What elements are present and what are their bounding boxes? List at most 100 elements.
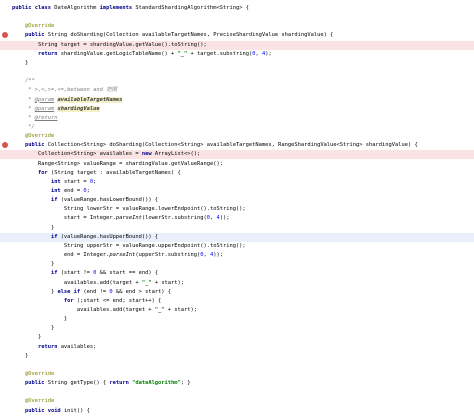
code-line[interactable]: start = Integer.parseInt(lowerStr.substr… — [0, 214, 474, 223]
code-token: + target.substring( — [187, 50, 253, 57]
code-text: public String getType() { return "dateAl… — [12, 379, 191, 388]
code-token: ; — [86, 188, 90, 194]
code-line[interactable]: if (valueRange.hasLowerBound()) { — [0, 196, 474, 205]
code-text: * @return — [12, 114, 57, 123]
breakpoint-icon[interactable] — [2, 142, 8, 149]
code-line[interactable]: } — [0, 260, 474, 269]
code-line[interactable]: * @param shardingValue — [0, 105, 474, 114]
code-line[interactable] — [0, 388, 474, 397]
code-text: * >,<,>=,<=,between and 范围 — [12, 86, 117, 95]
code-token: availables.add(target + — [12, 306, 155, 313]
code-token: + start); — [164, 306, 198, 313]
code-text: @Override — [12, 22, 54, 31]
code-token: * — [12, 105, 35, 112]
code-token: } — [12, 334, 42, 341]
code-token: int — [12, 188, 64, 194]
code-text: @Override — [12, 132, 54, 141]
code-line[interactable]: end = Integer.parseInt(upperStr.substrin… — [0, 251, 474, 260]
code-line[interactable]: return availables; — [0, 343, 474, 352]
code-token: String upperStr = valueRange.upperEndpoi… — [12, 242, 246, 249]
code-line[interactable]: } — [0, 224, 474, 233]
code-text: String target = shardingValue.getValue()… — [12, 41, 207, 50]
code-line[interactable]: @Override — [0, 397, 474, 406]
code-line[interactable]: return shardingValue.getLogicTableName()… — [0, 50, 474, 59]
code-line[interactable]: * @return — [0, 114, 474, 123]
code-line[interactable]: * >,<,>=,<=,between and 范围 — [0, 86, 474, 95]
code-token: public — [12, 380, 48, 387]
code-line[interactable]: @Override — [0, 132, 474, 141]
code-line[interactable] — [0, 13, 474, 22]
code-line[interactable]: public class DateAlgorithm implements St… — [0, 4, 474, 13]
code-line[interactable]: } — [0, 333, 474, 342]
code-line[interactable]: public String doSharding(Collection avai… — [0, 31, 474, 40]
code-token: (valueRange.hasLowerBound()) { — [60, 197, 159, 204]
code-text: */ — [12, 123, 35, 132]
code-token: } — [12, 59, 29, 66]
code-line[interactable]: @Override — [0, 22, 474, 31]
code-token: public — [12, 142, 48, 149]
code-token: start = Integer. — [12, 215, 116, 222]
code-token: } — [12, 316, 68, 323]
code-token: } — [12, 224, 55, 231]
code-token: if — [12, 197, 61, 204]
code-text: if (valueRange.hasUpperBound()) { — [12, 233, 158, 242]
code-token: (end != — [83, 288, 110, 295]
code-text: String upperStr = valueRange.upperEndpoi… — [12, 242, 246, 251]
code-token: String target = shardingValue.getValue()… — [12, 41, 207, 48]
code-text: public class DateAlgorithm implements St… — [12, 4, 249, 13]
code-token: public — [12, 32, 48, 39]
code-line[interactable]: if (start != 0 && start == end) { — [0, 269, 474, 278]
code-line[interactable]: availables.add(target + "_" + start); — [0, 279, 474, 288]
code-text: @Override — [12, 397, 54, 406]
code-token: return — [109, 380, 133, 387]
code-token: && start == end) { — [96, 270, 159, 277]
code-line[interactable]: public void init() { — [0, 407, 474, 416]
code-text: @Override — [12, 370, 54, 379]
code-line[interactable]: if (valueRange.hasUpperBound()) { — [0, 232, 474, 242]
breakpoint-icon[interactable] — [2, 32, 8, 39]
code-token: String lowerStr = valueRange.lowerEndpoi… — [12, 206, 246, 213]
code-token: String doSharding(Collection availableTa… — [47, 32, 334, 39]
code-line[interactable]: Range<String> valueRange = shardingValue… — [0, 160, 474, 169]
code-line[interactable]: */ — [0, 123, 474, 132]
code-line[interactable]: } — [0, 59, 474, 68]
code-line[interactable]: for (String target : availableTargetName… — [0, 169, 474, 178]
code-editor[interactable]: public class DateAlgorithm implements St… — [0, 0, 474, 414]
code-token: (lowerStr.substring( — [141, 215, 207, 222]
code-line[interactable] — [0, 68, 474, 77]
code-line[interactable]: String target = shardingValue.getValue()… — [0, 40, 474, 50]
code-text: } — [12, 352, 28, 361]
code-line[interactable]: @Override — [0, 370, 474, 379]
code-line[interactable]: Collection<String> availables = new Arra… — [0, 150, 474, 160]
code-line[interactable]: } — [0, 324, 474, 333]
code-token: } — [12, 261, 55, 268]
code-line[interactable]: public Collection<String> doSharding(Col… — [0, 141, 474, 150]
code-text: * @param availableTargetNames — [12, 96, 123, 105]
code-line[interactable] — [0, 361, 474, 370]
code-token: public void — [12, 407, 64, 414]
code-line[interactable]: } — [0, 315, 474, 324]
code-text: start = Integer.parseInt(lowerStr.substr… — [12, 214, 230, 223]
code-token: int — [12, 178, 64, 185]
code-line[interactable]: } — [0, 352, 474, 361]
code-text: availables.add(target + "_" + start); — [12, 279, 184, 288]
code-line[interactable]: int end = 0; — [0, 187, 474, 196]
code-line[interactable]: availables.add(target + "_" + start); — [0, 306, 474, 315]
code-text: Range<String> valueRange = shardingValue… — [12, 160, 223, 169]
code-line[interactable]: public String getType() { return "dateAl… — [0, 379, 474, 388]
code-text: public void init() { — [12, 407, 90, 416]
code-text: /** — [12, 77, 35, 86]
code-line[interactable]: for (;start <= end; start++) { — [0, 297, 474, 306]
code-line[interactable]: String lowerStr = valueRange.lowerEndpoi… — [0, 205, 474, 214]
code-text: } — [12, 324, 54, 333]
code-token: } — [12, 325, 55, 332]
code-token: (upperStr.substring( — [135, 252, 201, 259]
code-token: * — [12, 114, 35, 121]
code-line[interactable]: String upperStr = valueRange.upperEndpoi… — [0, 242, 474, 251]
code-line[interactable]: int start = 0; — [0, 178, 474, 187]
code-line[interactable]: /** — [0, 77, 474, 86]
code-token: } — [12, 352, 29, 359]
code-line[interactable]: } else if (end != 0 && end > start) { — [0, 288, 474, 297]
code-token: * >,<,>=,<=,between and 范围 — [12, 87, 117, 94]
code-line[interactable]: * @param availableTargetNames — [0, 96, 474, 105]
